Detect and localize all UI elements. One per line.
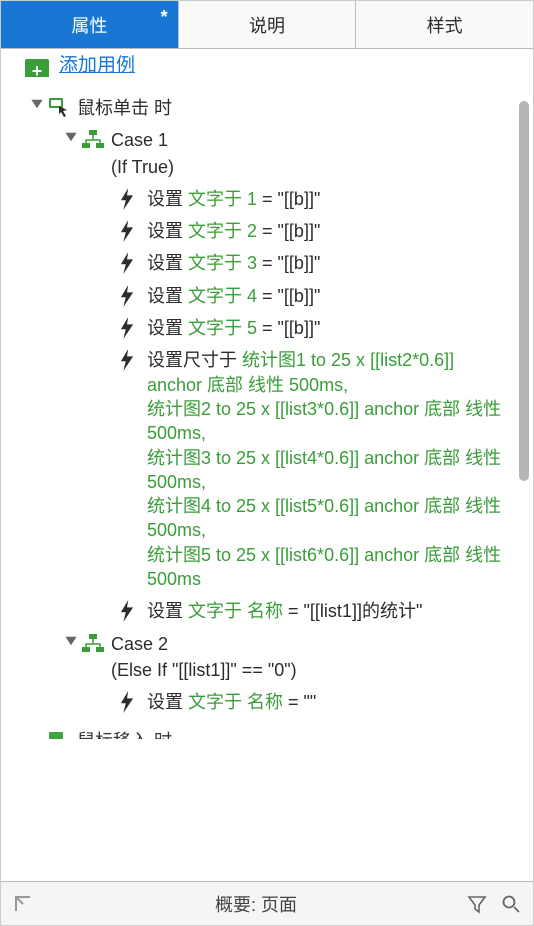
vertical-scrollbar[interactable]	[515, 49, 533, 881]
inspector-panel: 属性 * 说明 样式 + 添加用例	[0, 0, 534, 926]
interactions-tree: + 添加用例 鼠标单击 时	[1, 49, 515, 881]
event-row[interactable]: 鼠标移入 时	[13, 725, 511, 739]
disclosure-toggle[interactable]	[61, 128, 81, 144]
action-row[interactable]: 设置 文字于 1 = "[[b]]"	[13, 183, 511, 215]
action-text: 设置 文字于 5 = "[[b]]"	[147, 316, 511, 340]
event-label: 鼠标移入 时	[77, 729, 511, 739]
lightning-icon	[117, 284, 147, 307]
action-row[interactable]: 设置 文字于 3 = "[[b]]"	[13, 247, 511, 279]
dirty-indicator: *	[161, 7, 168, 28]
tab-label: 样式	[427, 12, 463, 38]
plus-icon: +	[25, 59, 49, 77]
case-row[interactable]: Case 1 (If True)	[13, 124, 511, 183]
lightning-icon	[117, 251, 147, 274]
lightning-icon	[117, 187, 147, 210]
flow-icon	[81, 128, 111, 151]
back-nav-icon[interactable]	[1, 894, 45, 914]
action-row[interactable]: 设置 文字于 5 = "[[b]]"	[13, 312, 511, 344]
tab-style[interactable]: 样式	[356, 1, 533, 48]
lightning-icon	[117, 348, 147, 371]
case-condition: (If True)	[111, 155, 505, 179]
case-row[interactable]: Case 2 (Else If "[[list1]]" == "0")	[13, 628, 511, 687]
action-text: 设置 文字于 名称 = ""	[147, 690, 511, 714]
tab-bar: 属性 * 说明 样式	[1, 1, 533, 49]
lightning-icon	[117, 599, 147, 622]
add-case-row[interactable]: + 添加用例	[13, 55, 511, 77]
flow-icon	[81, 632, 111, 655]
action-row[interactable]: 设置 文字于 名称 = "[[list1]]的统计"	[13, 595, 511, 627]
filter-icon[interactable]	[467, 894, 487, 914]
event-row[interactable]: 鼠标单击 时	[13, 91, 511, 124]
action-row[interactable]: 设置尺寸于 统计图1 to 25 x [[list2*0.6]] anchor …	[13, 344, 511, 595]
search-icon[interactable]	[501, 894, 521, 914]
add-case-link[interactable]: 添加用例	[59, 55, 135, 77]
tab-properties[interactable]: 属性 *	[1, 1, 179, 48]
case-condition: (Else If "[[list1]]" == "0")	[111, 658, 505, 682]
case-name: Case 2	[111, 632, 505, 656]
disclosure-toggle[interactable]	[27, 95, 47, 111]
footer-bar: 概要: 页面	[1, 881, 533, 925]
disclosure-toggle[interactable]	[61, 632, 81, 648]
tab-notes[interactable]: 说明	[179, 1, 357, 48]
action-row[interactable]: 设置 文字于 4 = "[[b]]"	[13, 280, 511, 312]
scroll-thumb[interactable]	[519, 101, 529, 481]
tab-label: 说明	[249, 12, 285, 38]
case-name: Case 1	[111, 128, 505, 152]
cursor-hover-icon	[47, 729, 77, 739]
case-title: Case 2 (Else If "[[list1]]" == "0")	[111, 632, 511, 683]
action-text: 设置 文字于 3 = "[[b]]"	[147, 251, 511, 275]
event-label: 鼠标单击 时	[77, 95, 511, 120]
footer-title: 概要: 页面	[45, 891, 467, 917]
action-text: 设置尺寸于 统计图1 to 25 x [[list2*0.6]] anchor …	[147, 348, 511, 591]
action-row[interactable]: 设置 文字于 名称 = ""	[13, 686, 511, 718]
action-row[interactable]: 设置 文字于 2 = "[[b]]"	[13, 215, 511, 247]
action-text: 设置 文字于 名称 = "[[list1]]的统计"	[147, 599, 511, 623]
action-text: 设置 文字于 4 = "[[b]]"	[147, 284, 511, 308]
case-title: Case 1 (If True)	[111, 128, 511, 179]
lightning-icon	[117, 690, 147, 713]
tab-label: 属性	[71, 12, 107, 38]
action-text: 设置 文字于 2 = "[[b]]"	[147, 219, 511, 243]
action-text: 设置 文字于 1 = "[[b]]"	[147, 187, 511, 211]
panel-body: + 添加用例 鼠标单击 时	[1, 49, 533, 881]
cursor-click-icon	[47, 95, 77, 118]
lightning-icon	[117, 219, 147, 242]
lightning-icon	[117, 316, 147, 339]
